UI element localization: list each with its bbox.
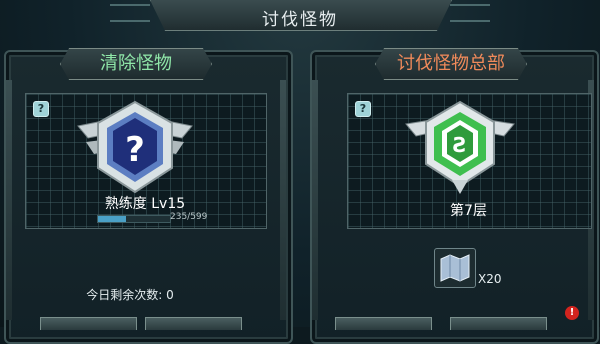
question-shield-icon: ? [77, 100, 193, 194]
header-deco-left [110, 4, 150, 22]
reward-item-slot[interactable] [434, 248, 476, 288]
page-title: 讨伐怪物 [262, 10, 338, 30]
proficiency-progress-text: 235/599 [170, 212, 208, 222]
svg-text:?: ? [125, 130, 145, 170]
right-rail [312, 80, 318, 320]
left-action-button-2[interactable] [145, 317, 242, 330]
left-action-button-1[interactable] [40, 317, 137, 330]
floor-label: 第7层 [450, 203, 487, 219]
left-rail-right [280, 80, 286, 320]
clear-monster-title: 清除怪物 [60, 48, 212, 80]
green-emblem-shield-icon: Ƨ [405, 100, 515, 194]
monster-hq-title: 讨伐怪物总部 [375, 48, 527, 80]
proficiency-progress-bar [97, 215, 171, 223]
progress-fill [98, 216, 127, 222]
reward-quantity: X20 [478, 272, 502, 286]
header-deco-right [450, 4, 490, 22]
help-icon-right[interactable]: ? [355, 101, 371, 117]
map-scroll-icon [440, 254, 470, 282]
right-action-button-2[interactable] [450, 317, 547, 330]
right-action-button-1[interactable] [335, 317, 432, 330]
remaining-attempts: 今日剩余次数: 0 [86, 288, 174, 302]
alert-icon[interactable]: ! [565, 306, 579, 320]
help-icon-left[interactable]: ? [33, 101, 49, 117]
proficiency-level: 熟练度 Lv15 [104, 196, 186, 212]
left-rail [6, 80, 12, 320]
svg-text:Ƨ: Ƨ [453, 133, 467, 157]
